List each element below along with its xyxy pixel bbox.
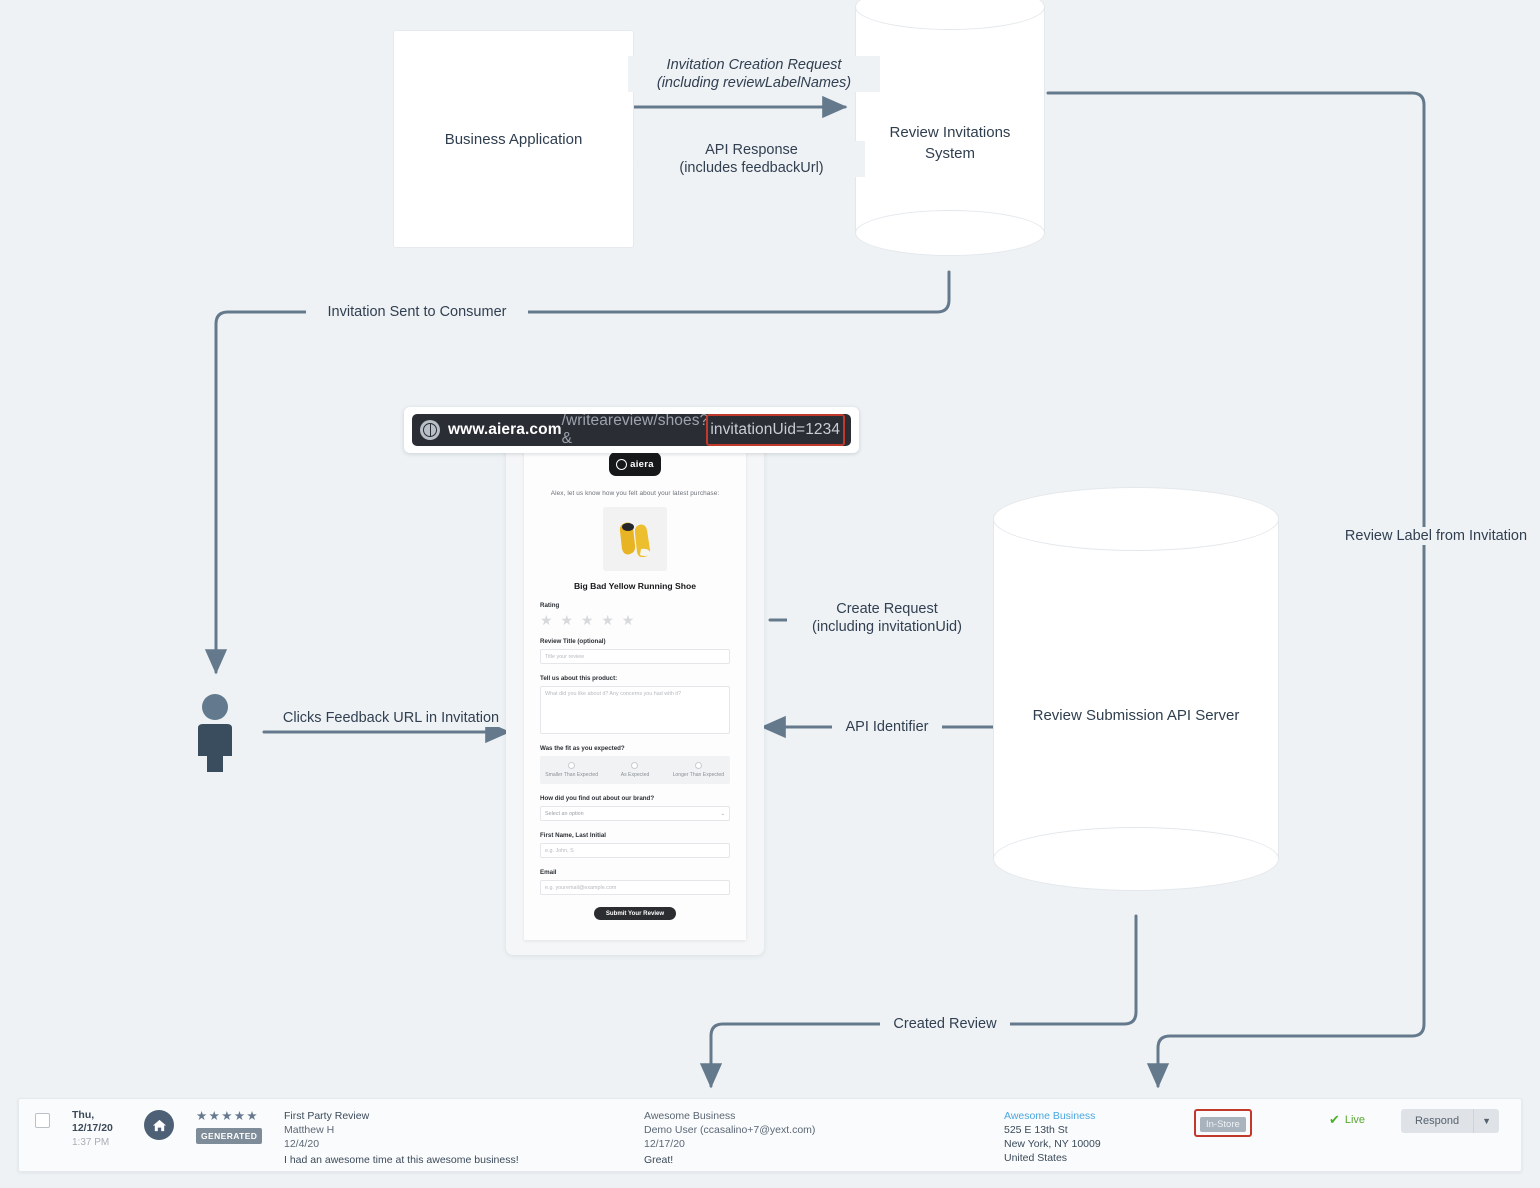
rating-label: Rating (540, 602, 560, 609)
node-review-submission-api-server: Review Submission API Server (993, 487, 1279, 917)
about-product-label: Tell us about this product: (540, 675, 618, 682)
row-date: Thu, 12/17/20 1:37 PM (72, 1109, 144, 1148)
cylinder-body (993, 518, 1279, 858)
home-glyph (152, 1119, 166, 1131)
row-response-date: 12/17/20 (644, 1138, 685, 1150)
globe-icon (420, 420, 440, 440)
diagram-canvas: Business Application Review Invitations … (0, 0, 1540, 1188)
about-product-textarea[interactable]: What did you like about it? Any concerns… (540, 686, 730, 734)
name-input[interactable]: e.g. John, S (540, 843, 730, 858)
row-entity-name[interactable]: Awesome Business (1004, 1109, 1154, 1123)
row-entity-address1: 525 E 13th St (1004, 1124, 1068, 1136)
row-date-day: Thu, (72, 1109, 95, 1121)
row-entity: Awesome Business 525 E 13th St New York,… (1004, 1109, 1154, 1165)
radio-icon[interactable] (631, 762, 639, 769)
row-reviewer: Matthew H (284, 1124, 335, 1136)
row-date-value: 12/17/20 (72, 1122, 113, 1134)
row-entity-country: United States (1004, 1152, 1068, 1164)
url-path: /writeareview/shoes?& (561, 414, 709, 446)
submit-review-button[interactable]: Submit Your Review (594, 907, 676, 920)
edge-label-created-review: Created Review (880, 1015, 1010, 1033)
product-image (603, 507, 667, 571)
respond-button-group[interactable]: Respond ▼ (1401, 1109, 1499, 1133)
node-business-application-label: Business Application (444, 130, 583, 148)
row-response-content: Awesome Business Demo User (ccasalino+7@… (644, 1109, 1004, 1167)
node-review-invitations-system-label: Review Invitations System (889, 124, 1011, 162)
cylinder-body (855, 6, 1045, 232)
node-review-invitations-system: Review Invitations System (855, 0, 1045, 264)
shoe-photo-glyph (603, 507, 667, 571)
row-entity-address2: New York, NY 10009 (1004, 1138, 1101, 1150)
row-response-text: Great! (644, 1154, 674, 1166)
home-icon (144, 1110, 174, 1140)
cylinder-top (993, 487, 1279, 551)
row-stars: ★★★★★ (196, 1109, 260, 1123)
review-row-panel: Thu, 12/17/20 1:37 PM ★★★★★ GENERATED Fi… (18, 1098, 1522, 1172)
check-icon: ✔ (1328, 1112, 1340, 1127)
table-row: Thu, 12/17/20 1:37 PM ★★★★★ GENERATED Fi… (19, 1109, 1521, 1167)
row-status: ✔ Live (1329, 1112, 1365, 1128)
brand-logo: aiera (609, 452, 661, 476)
fit-option-label: As Expected (620, 772, 650, 778)
edge-label-api-response: API Response (includes feedbackUrl) (638, 141, 865, 177)
name-label: First Name, Last Initial (540, 832, 607, 839)
connector-layer (204, 91, 1426, 1089)
url-host: www.aiera.com (448, 421, 562, 438)
review-title-input[interactable]: Title your review (540, 649, 730, 664)
brand-name: aiera (630, 458, 654, 470)
status-badge: GENERATED (196, 1128, 263, 1144)
email-label: Email (540, 869, 557, 876)
fit-option-longer[interactable]: Longer Than Expected (667, 762, 730, 778)
edge-label-api-identifier: API Identifier (832, 718, 942, 736)
person-glyph (198, 694, 232, 772)
row-review-label: In-Store (1200, 1117, 1246, 1132)
brand-source-value: Select an option (545, 810, 584, 817)
edge-label-clicks-feedback-url: Clicks Feedback URL in Invitation (264, 709, 518, 727)
url-bar[interactable]: www.aiera.com /writeareview/shoes?& invi… (412, 414, 851, 446)
row-date-time: 1:37 PM (72, 1137, 110, 1148)
fit-option-smaller[interactable]: Smaller Than Expected (540, 762, 603, 778)
product-name: Big Bad Yellow Running Shoe (573, 581, 697, 591)
review-title-label: Review Title (optional) (540, 638, 606, 645)
row-review-text: I had an awesome time at this awesome bu… (284, 1154, 519, 1166)
consumer-person-icon (190, 692, 240, 777)
row-checkbox[interactable] (35, 1113, 50, 1128)
row-review-date: 12/4/20 (284, 1138, 320, 1150)
fit-option-as-expected[interactable]: As Expected (603, 762, 666, 778)
cylinder-bottom (855, 210, 1045, 256)
edge-label-invitation-sent-to-consumer: Invitation Sent to Consumer (306, 303, 528, 321)
edge-label-create-request: Create Request (including invitationUid) (787, 600, 987, 636)
row-response-business: Awesome Business (644, 1110, 736, 1122)
chevron-down-icon[interactable]: ▼ (1474, 1109, 1499, 1133)
respond-button[interactable]: Respond (1401, 1109, 1475, 1133)
row-review-title: First Party Review (284, 1110, 370, 1122)
rating-stars[interactable]: ★ ★ ★ ★ ★ (540, 613, 730, 627)
fit-question-label: Was the fit as you expected? (540, 745, 625, 752)
node-review-submission-api-server-label: Review Submission API Server (1032, 707, 1240, 724)
url-param-highlight: invitationUid=1234 (706, 414, 846, 446)
form-greeting: Alex, let us know how you felt about you… (550, 490, 720, 497)
radio-icon[interactable] (694, 762, 702, 769)
radio-icon[interactable] (568, 762, 576, 769)
row-label-highlight: In-Store (1194, 1109, 1252, 1137)
cylinder-bottom (993, 827, 1279, 891)
browser-url-card: www.aiera.com /writeareview/shoes?& invi… (404, 407, 859, 453)
row-status-label: Live (1344, 1114, 1366, 1126)
review-form-screen: aiera Alex, let us know how you felt abo… (524, 438, 746, 940)
fit-option-label: Longer Than Expected (672, 772, 725, 778)
brand-mark-icon (616, 458, 628, 470)
brand-source-select[interactable]: Select an option ⌄ (540, 806, 730, 821)
chevron-down-icon: ⌄ (720, 810, 725, 817)
fit-options-group[interactable]: Smaller Than Expected As Expected Longer… (540, 756, 730, 784)
edge-label-invitation-creation-request: Invitation Creation Request (including r… (628, 56, 880, 92)
fit-option-label: Smaller Than Expected (545, 772, 599, 778)
row-rating: ★★★★★ GENERATED (196, 1109, 284, 1144)
email-input[interactable]: e.g. youremail@example.com (540, 880, 730, 895)
edge-label-review-label-from-invitation: Review Label from Invitation (1324, 527, 1540, 545)
row-review-content: First Party Review Matthew H 12/4/20 I h… (284, 1109, 644, 1167)
row-response-user: Demo User (ccasalino+7@yext.com) (644, 1124, 816, 1136)
brand-source-label: How did you find out about our brand? (540, 795, 655, 802)
node-business-application: Business Application (393, 30, 634, 248)
